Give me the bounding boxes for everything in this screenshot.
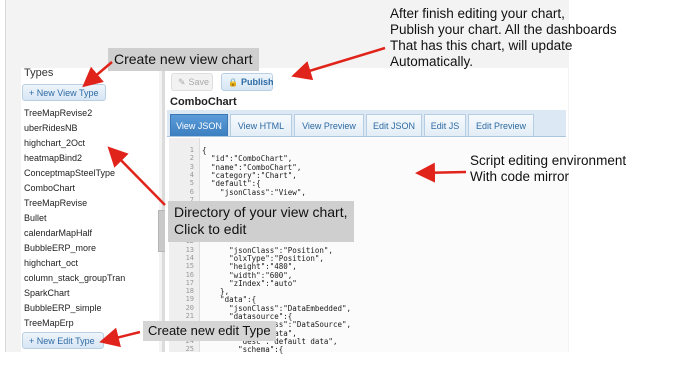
tab-edit-json[interactable]: Edit JSON xyxy=(366,114,422,136)
line-number: 14 xyxy=(185,253,194,262)
tab-edit-js[interactable]: Edit JS xyxy=(424,114,466,136)
view-type-item[interactable]: Bullet xyxy=(24,211,152,226)
publish-note-line: Publish your chart. All the dashboards xyxy=(390,22,617,37)
tab-view-preview[interactable]: View Preview xyxy=(294,114,364,136)
view-type-item[interactable]: TreeMapErp xyxy=(24,316,152,331)
tab-view-json[interactable]: View JSON xyxy=(170,114,228,136)
script-env-annotation: Script editing environment With code mir… xyxy=(470,153,626,185)
code-line: "jsonClass":"View", xyxy=(202,187,306,197)
line-number: 21 xyxy=(185,312,194,320)
publish-note-line: Automatically. xyxy=(390,54,474,69)
line-number: 5 xyxy=(189,179,194,188)
new-edit-type-label: + New Edit Type xyxy=(29,335,95,346)
tab-edit-preview[interactable]: Edit Preview xyxy=(468,114,534,136)
save-button[interactable]: ✎ Save xyxy=(171,73,213,91)
view-type-item[interactable]: ComboChart xyxy=(24,181,152,196)
line-number: 13 xyxy=(185,245,194,254)
view-type-item[interactable]: highchart_2Oct xyxy=(24,136,152,151)
publish-note-line: After finish editing your chart, xyxy=(390,6,565,21)
line-number: 2 xyxy=(189,154,194,163)
publish-label: Publish xyxy=(240,77,274,87)
new-view-type-label: + New View Type xyxy=(29,87,99,98)
line-number: 18 xyxy=(185,287,194,296)
line-number: 6 xyxy=(189,187,194,196)
view-type-item[interactable]: BubbleERP_simple xyxy=(24,301,152,316)
new-view-type-button[interactable]: + New View Type xyxy=(22,84,106,101)
tab-view-html[interactable]: View HTML xyxy=(230,114,292,136)
chart-title: ComboChart xyxy=(170,96,237,108)
line-number: 19 xyxy=(185,295,194,304)
view-type-item[interactable]: BubbleERP_more xyxy=(24,241,152,256)
lock-icon: 🔒 xyxy=(228,77,238,87)
view-type-item[interactable]: column_stack_groupTran xyxy=(24,271,152,286)
line-number: 1 xyxy=(189,146,194,154)
line-number: 3 xyxy=(189,162,194,171)
line-number: 15 xyxy=(185,262,194,271)
create-edit-callout: Create new edit Type xyxy=(143,321,276,341)
view-type-item[interactable]: ConceptmapSteelType xyxy=(24,166,152,181)
directory-callout-line: Directory of your view chart, xyxy=(174,204,348,220)
line-number: 4 xyxy=(189,170,194,179)
view-type-item[interactable]: heatmapBind2 xyxy=(24,151,152,166)
publish-note-line: That has this chart, will update xyxy=(390,38,573,53)
view-type-item[interactable]: TreeMapRevise xyxy=(24,196,152,211)
view-type-item[interactable]: calendarMapHalf xyxy=(24,226,152,241)
code-line: "schema":{ xyxy=(202,345,284,355)
sidebar-title: Types xyxy=(24,67,54,79)
view-type-item[interactable]: highchart_oct xyxy=(24,256,152,271)
new-edit-type-button[interactable]: + New Edit Type xyxy=(22,332,104,349)
line-number: 17 xyxy=(185,278,194,287)
view-type-item[interactable]: TreeMapRevise2 xyxy=(24,106,152,121)
line-number: 20 xyxy=(185,303,194,312)
publish-annotation: After finish editing your chart, Publish… xyxy=(390,6,617,70)
view-type-list: TreeMapRevise2 uberRidesNB highchart_2Oct h… xyxy=(24,106,152,331)
pencil-icon: ✎ xyxy=(178,76,186,87)
script-env-line: With code mirror xyxy=(470,169,570,184)
view-type-item[interactable]: uberRidesNB xyxy=(24,121,152,136)
publish-button[interactable]: 🔒 Publish xyxy=(221,73,273,91)
directory-callout: Directory of your view chart, Click to e… xyxy=(168,201,354,242)
create-view-callout: Create new view chart xyxy=(108,48,259,71)
line-number: 16 xyxy=(185,270,194,279)
script-env-line: Script editing environment xyxy=(470,153,627,168)
view-type-item[interactable]: SparkChart xyxy=(24,286,152,301)
line-number: 25 xyxy=(185,345,194,354)
save-label: Save xyxy=(188,77,210,87)
directory-callout-line: Click to edit xyxy=(174,221,247,237)
